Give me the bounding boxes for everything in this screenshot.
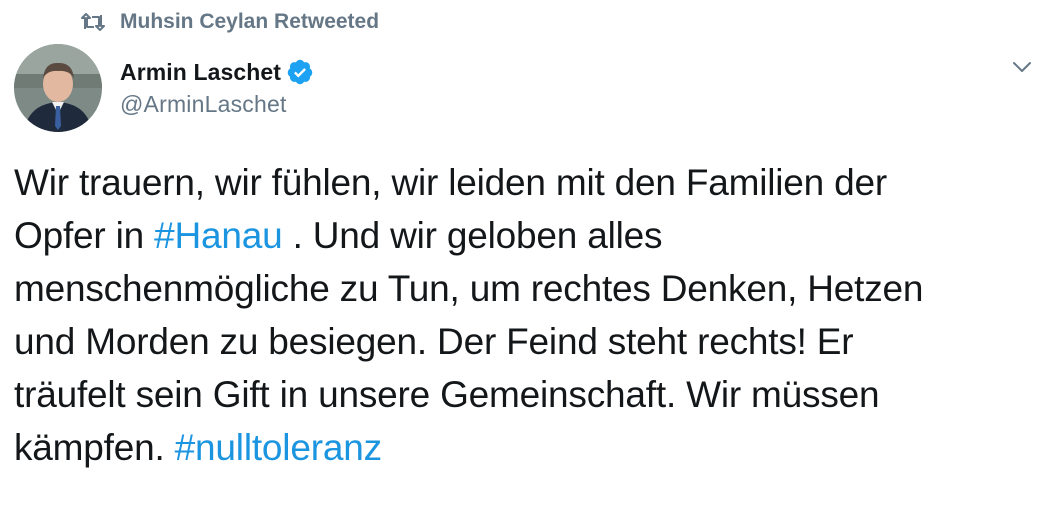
- tweet-line: Wir trauern, wir fühlen, wir leiden mit …: [14, 162, 888, 203]
- tweet-text: Wir trauern, wir fühlen, wir leiden mit …: [14, 156, 1034, 474]
- avatar[interactable]: [14, 44, 102, 132]
- tweet-line: Opfer in #Hanau . Und wir geloben alles: [14, 209, 1034, 262]
- tweet-line-text: kämpfen.: [14, 427, 175, 468]
- social-context[interactable]: Muhsin Ceylan Retweeted: [80, 8, 379, 36]
- retweeted-by-text: Muhsin Ceylan Retweeted: [120, 10, 380, 33]
- tweet-line-text: Opfer in: [14, 215, 155, 256]
- tweet-line: menschenmögliche zu Tun, um rechtes Denk…: [14, 268, 924, 309]
- tweet-line: träufelt sein Gift in unsere Gemeinschaf…: [14, 374, 880, 415]
- chevron-down-icon[interactable]: [1010, 57, 1034, 77]
- tweet-line-text: . Und wir geloben alles: [282, 215, 663, 256]
- author-block[interactable]: Armin Laschet @ArminLaschet: [120, 56, 314, 118]
- verified-badge-icon: [286, 58, 314, 86]
- tweet-line: kämpfen. #nulltoleranz: [14, 421, 1034, 474]
- hashtag-link[interactable]: #nulltoleranz: [175, 427, 382, 468]
- tweet-line: und Morden zu besiegen. Der Feind steht …: [14, 321, 854, 362]
- author-handle[interactable]: @ArminLaschet: [120, 91, 314, 118]
- retweet-icon: [80, 13, 106, 31]
- author-display-name[interactable]: Armin Laschet: [120, 59, 281, 86]
- hashtag-link[interactable]: #Hanau: [154, 215, 283, 256]
